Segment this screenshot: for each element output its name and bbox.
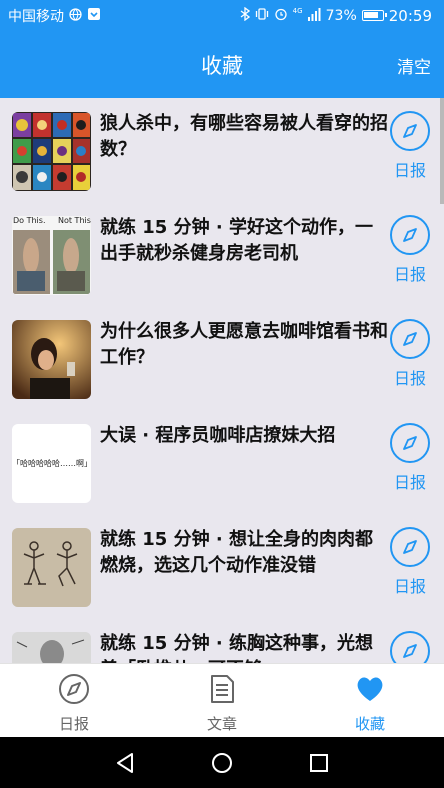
list-item[interactable]: 「哈哈哈哈哈……啊」 大误 · 程序员咖啡店撩妹大招 日报 [0,410,440,514]
daily-source-button[interactable]: 日报 [386,423,434,501]
bottom-navigation: 日报 文章 收藏 [0,663,444,737]
vibrate-icon [255,7,269,24]
list-item[interactable]: 就练 15 分钟 · 想让全身的肉肉都燃烧，选这几个动作准没错 日报 [0,514,440,618]
item-title: 就练 15 分钟 · 想让全身的肉肉都燃烧，选这几个动作准没错 [100,529,373,576]
bluetooth-icon [240,6,250,24]
thumb-caption-left: Do This. [13,216,46,225]
list-item[interactable]: 狼人杀中，有哪些容易被人看穿的招数？ 日报 [0,98,440,202]
compass-icon [390,423,430,463]
source-label: 日报 [393,473,426,492]
status-left: 中国移动 [8,6,101,26]
daily-source-button[interactable]: 日报 [386,319,434,397]
notification-app-icon [87,7,101,24]
source-label: 日报 [393,369,426,388]
daily-source-button[interactable]: 日报 [386,215,434,293]
battery-icon [361,10,387,21]
status-right: 4G 73% 20:59 [240,7,432,25]
item-title: 为什么很多人更愿意去咖啡馆看书和工作？ [100,321,388,368]
carrier-label: 中国移动 [8,8,64,25]
list-item[interactable]: 为什么很多人更愿意去咖啡馆看书和工作？ 日报 [0,306,440,410]
daily-source-button[interactable]: 日报 [386,527,434,605]
document-icon [206,673,238,709]
list-item[interactable]: 就练 15 分钟 · 练胸这种事，光想着「卧推儿」可不够 日报 [0,618,440,663]
compass-icon [390,111,430,151]
compass-icon [390,631,430,663]
source-label: 日报 [393,161,426,180]
system-navigation-bar [0,737,444,788]
tab-label: 文章 [206,715,237,733]
thumbnail-image: 「哈哈哈哈哈……啊」 [12,424,91,503]
tab-label: 日报 [58,715,89,733]
heart-icon [354,673,386,709]
recents-button[interactable] [299,743,339,783]
item-title: 就练 15 分钟 · 学好这个动作，一出手就秒杀健身房老司机 [100,217,373,264]
thumbnail-image [12,632,91,663]
thumbnail-image [12,528,91,607]
status-bar: 中国移动 4G 73% 20:59 [0,0,444,31]
home-button[interactable] [202,743,242,783]
daily-source-button[interactable]: 日报 [386,111,434,189]
item-title: 就练 15 分钟 · 练胸这种事，光想着「卧推儿」可不够 [100,633,373,663]
thumbnail-image [12,320,91,399]
thumb-text: 「哈哈哈哈哈……啊」 [12,459,91,468]
thumb-caption-right: Not This [58,216,91,225]
tab-daily[interactable]: 日报 [0,664,148,737]
compass-icon [58,673,90,709]
clock: 20:59 [388,6,432,25]
compass-icon [390,319,430,359]
source-label: 日报 [393,577,426,596]
list-item[interactable]: Do This. Not This 就练 15 分钟 · 学好这个动作，一出手就… [0,202,440,306]
back-button[interactable] [105,743,145,783]
tab-label: 收藏 [354,715,385,733]
daily-source-button[interactable]: 日报 [386,631,434,663]
network-type-label: 4G [292,6,303,15]
signal-icon: 4G [292,6,321,24]
page-title: 收藏 [201,53,243,78]
battery-percent: 73% [325,7,357,24]
globe-icon [69,7,82,24]
favorites-list[interactable]: 狼人杀中，有哪些容易被人看穿的招数？ 日报 Do This. Not This … [0,98,444,663]
compass-icon [390,215,430,255]
scrollbar[interactable] [440,98,444,204]
tab-articles[interactable]: 文章 [148,664,296,737]
compass-icon [390,527,430,567]
app-bar: 收藏 清空 [0,31,444,98]
alarm-icon [274,7,288,24]
source-label: 日报 [393,265,426,284]
thumbnail-image [12,112,91,191]
clear-button[interactable]: 清空 [397,53,431,78]
item-title: 大误 · 程序员咖啡店撩妹大招 [100,425,336,446]
thumbnail-image: Do This. Not This [12,216,91,295]
tab-favorites[interactable]: 收藏 [296,664,444,737]
item-title: 狼人杀中，有哪些容易被人看穿的招数？ [100,113,388,160]
